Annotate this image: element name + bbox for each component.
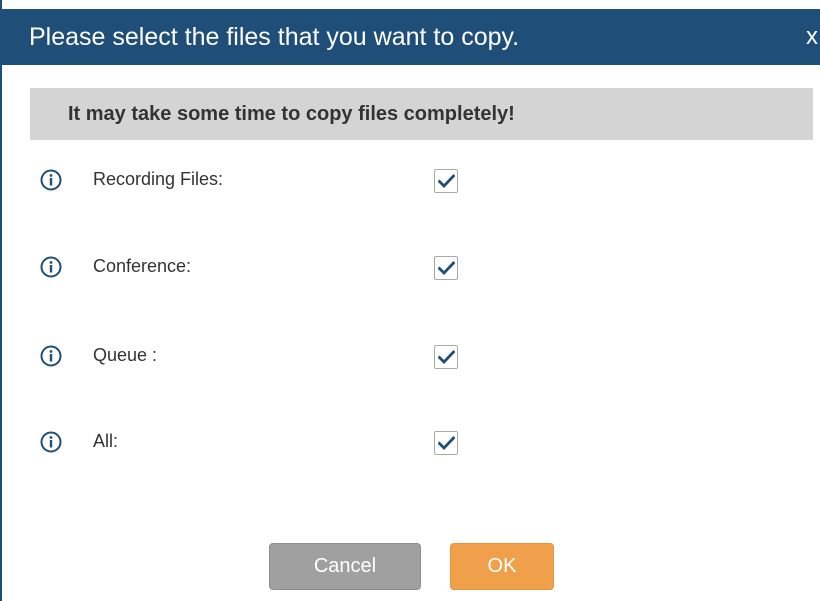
checkbox-conference[interactable]	[434, 256, 458, 280]
option-label-recording-files: Recording Files:	[93, 169, 224, 189]
info-icon[interactable]	[40, 256, 62, 278]
option-label-conference: Conference:	[93, 256, 192, 276]
copy-files-dialog: Please select the files that you want to…	[0, 0, 820, 601]
info-icon[interactable]	[40, 431, 62, 453]
notice-text: It may take some time to copy files comp…	[68, 102, 515, 125]
checkbox-recording-files[interactable]	[434, 169, 458, 193]
checkbox-queue[interactable]	[434, 345, 458, 369]
checkmark-icon	[438, 261, 455, 275]
dialog-titlebar: Please select the files that you want to…	[2, 9, 820, 65]
dialog-title: Please select the files that you want to…	[29, 22, 520, 51]
checkmark-icon	[438, 174, 455, 188]
checkmark-icon	[438, 350, 455, 364]
checkbox-all[interactable]	[434, 431, 458, 455]
cancel-button[interactable]: Cancel	[269, 543, 421, 590]
option-row-queue: Queue :	[2, 341, 820, 371]
option-row-all: All:	[2, 427, 820, 457]
option-label-queue: Queue :	[93, 345, 158, 365]
close-button[interactable]: x	[806, 25, 820, 49]
notice-banner: It may take some time to copy files comp…	[30, 88, 813, 140]
option-row-conference: Conference:	[2, 252, 820, 282]
option-label-all: All:	[93, 431, 119, 451]
option-row-recording-files: Recording Files:	[2, 165, 820, 195]
ok-button[interactable]: OK	[450, 543, 554, 590]
info-icon[interactable]	[40, 169, 62, 191]
info-icon[interactable]	[40, 345, 62, 367]
checkmark-icon	[438, 436, 455, 450]
